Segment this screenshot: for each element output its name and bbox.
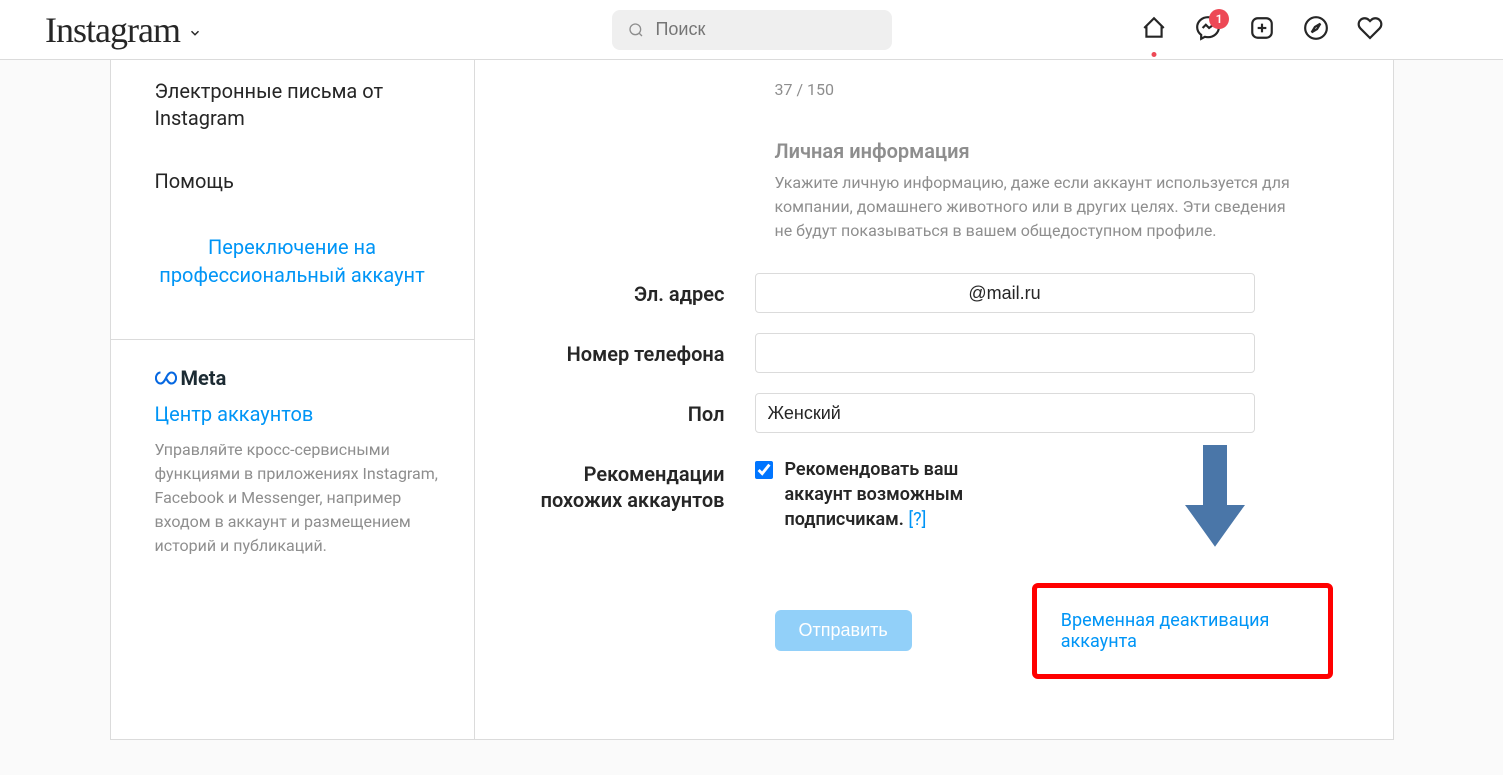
main-container: Электронные письма от Instagram Помощь П… bbox=[62, 60, 1442, 740]
recommend-checkbox-row: Рекомендовать ваш аккаунт возможным подп… bbox=[755, 453, 1015, 533]
sidebar-item-help[interactable]: Помощь bbox=[111, 150, 474, 213]
settings-panel: Электронные письма от Instagram Помощь П… bbox=[110, 60, 1394, 740]
phone-input[interactable] bbox=[755, 333, 1255, 373]
logo-area[interactable]: Instagram bbox=[45, 9, 202, 51]
recommend-label-text: Рекомендовать ваш аккаунт возможным подп… bbox=[785, 459, 964, 530]
similar-row: Рекомендации похожих аккаунтов Рекомендо… bbox=[515, 453, 1333, 533]
switch-professional-link[interactable]: Переключение на профессиональный аккаунт bbox=[111, 213, 474, 339]
nav-create[interactable] bbox=[1249, 15, 1275, 45]
meta-description: Управляйте кросс-сервисными функциями в … bbox=[155, 438, 444, 558]
recommend-checkbox[interactable] bbox=[755, 461, 773, 479]
messenger-badge: 1 bbox=[1209, 9, 1229, 29]
sidebar-item-emails[interactable]: Электронные письма от Instagram bbox=[111, 60, 474, 150]
chevron-down-icon bbox=[188, 26, 202, 40]
bio-char-counter: 37 / 150 bbox=[775, 80, 1333, 99]
meta-infinity-icon bbox=[155, 367, 177, 389]
nav-activity[interactable] bbox=[1357, 15, 1383, 45]
plus-square-icon bbox=[1249, 15, 1275, 41]
submit-button[interactable]: Отправить bbox=[775, 610, 912, 651]
recommend-help-link[interactable]: [?] bbox=[908, 509, 926, 530]
gender-input[interactable] bbox=[755, 393, 1255, 433]
settings-sidebar: Электронные письма от Instagram Помощь П… bbox=[111, 60, 475, 739]
search-icon bbox=[628, 21, 644, 39]
search-wrap bbox=[612, 10, 892, 50]
phone-label: Номер телефона bbox=[515, 333, 755, 367]
home-icon bbox=[1141, 15, 1167, 41]
nav-home[interactable] bbox=[1141, 15, 1167, 45]
nav-icons: 1 bbox=[1141, 15, 1383, 45]
heart-icon bbox=[1357, 15, 1383, 41]
search-input[interactable] bbox=[655, 19, 875, 40]
instagram-logo: Instagram bbox=[45, 9, 180, 51]
meta-section: Meta Центр аккаунтов Управляйте кросс-се… bbox=[111, 340, 474, 588]
email-row: Эл. адрес bbox=[515, 273, 1333, 313]
settings-content: 37 / 150 Личная информация Укажите личну… bbox=[475, 60, 1393, 739]
action-row: Отправить Временная деактивация аккаунта bbox=[775, 583, 1333, 679]
nav-explore[interactable] bbox=[1303, 15, 1329, 45]
similar-label: Рекомендации похожих аккаунтов bbox=[515, 453, 755, 513]
home-indicator-dot bbox=[1152, 52, 1157, 57]
deactivate-highlight-box: Временная деактивация аккаунта bbox=[1032, 583, 1333, 679]
gender-label: Пол bbox=[515, 393, 755, 427]
meta-brand-text: Meta bbox=[181, 366, 227, 390]
top-nav: Instagram 1 bbox=[0, 0, 1503, 60]
compass-icon bbox=[1303, 15, 1329, 41]
personal-info-desc: Укажите личную информацию, даже если акк… bbox=[775, 171, 1295, 243]
email-label: Эл. адрес bbox=[515, 273, 755, 307]
recommend-checkbox-label: Рекомендовать ваш аккаунт возможным подп… bbox=[785, 457, 1015, 533]
phone-row: Номер телефона bbox=[515, 333, 1333, 373]
gender-row: Пол bbox=[515, 393, 1333, 433]
personal-info-heading: Личная информация bbox=[775, 139, 1333, 163]
email-input[interactable] bbox=[755, 273, 1255, 313]
meta-logo: Meta bbox=[155, 366, 444, 390]
search-box[interactable] bbox=[612, 10, 892, 50]
nav-messenger[interactable]: 1 bbox=[1195, 15, 1221, 45]
deactivate-link[interactable]: Временная деактивация аккаунта bbox=[1061, 610, 1270, 652]
accounts-center-link[interactable]: Центр аккаунтов bbox=[155, 402, 444, 426]
